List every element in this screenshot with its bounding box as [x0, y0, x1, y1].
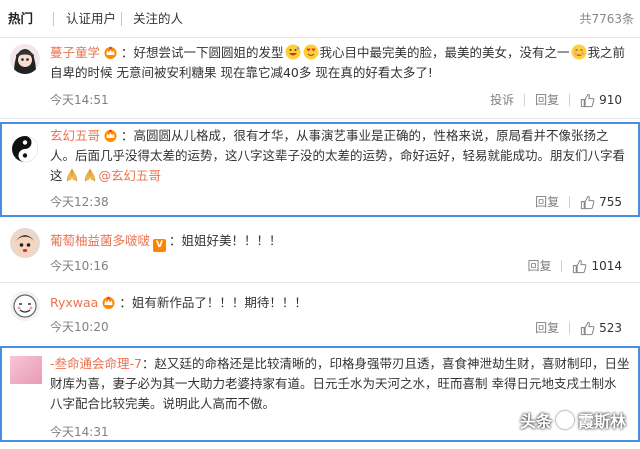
- username[interactable]: 蔓子童学: [50, 45, 100, 60]
- love-eyes-emoji-icon: [303, 44, 319, 60]
- tab-verified-users[interactable]: 认证用户: [66, 10, 116, 28]
- comment-item-highlighted: -叁命通会命理-7：赵又廷的命格还是比较清晰的，印格身强带刃且透，喜食神泄劫生财…: [0, 346, 640, 442]
- vip-crown-icon: [101, 295, 116, 309]
- avatar[interactable]: [10, 44, 40, 74]
- avatar[interactable]: [10, 356, 42, 384]
- username[interactable]: 玄幻五哥: [50, 128, 100, 143]
- comment-actions: 回复 1014: [527, 258, 622, 274]
- comment-time: 今天14:51: [50, 93, 109, 107]
- mention-link[interactable]: @玄幻五哥: [99, 168, 162, 183]
- comment-item-highlighted: 玄幻五哥 ：高圆圆从儿格成，很有才华，从事演艺事业是正确的，性格来说，原局看并不像…: [0, 122, 640, 217]
- avatar[interactable]: [10, 228, 40, 258]
- comment-text-part: ：好想尝试一下圆圆姐的发型: [121, 45, 284, 60]
- vip-crown-icon: [103, 45, 118, 59]
- comment-text: 蔓子童学 ：好想尝试一下圆圆姐的发型 我心目中最完美的脸，最美的美女，没有之一 我之前…: [50, 43, 632, 83]
- avatar[interactable]: [10, 134, 40, 164]
- comment-item: Ryxwaa ：姐有新作品了！！！期待！！！ 今天10:20 回复 523: [0, 285, 640, 343]
- thumbs-up-icon: [580, 93, 595, 107]
- comment-time: 今天10:16: [50, 259, 109, 273]
- action-divider: [569, 94, 571, 106]
- action-divider: [569, 196, 571, 208]
- comment-actions: 投诉 回复 910: [490, 92, 622, 108]
- avatar[interactable]: [10, 291, 40, 321]
- comment-time: 今天14:31: [50, 425, 109, 439]
- vip-crown-icon: [103, 128, 118, 142]
- thumbs-up-icon: [580, 195, 595, 209]
- like-count: 755: [599, 195, 622, 209]
- comment-text: Ryxwaa ：姐有新作品了！！！期待！！！: [50, 293, 632, 313]
- comment-text-part: ：姐有新作品了！！！期待！！！: [119, 295, 307, 310]
- thumbs-up-icon: [580, 321, 595, 335]
- tab-hot[interactable]: 热门: [8, 10, 33, 28]
- comment-time: 今天12:38: [50, 195, 109, 209]
- username[interactable]: 葡萄柚益菌多啵啵: [50, 233, 150, 248]
- comment-text: 玄幻五哥 ：高圆圆从儿格成，很有才华，从事演艺事业是正确的，性格来说，原局看并不像…: [50, 126, 630, 186]
- reply-button[interactable]: 回复: [535, 92, 559, 108]
- username[interactable]: Ryxwaa: [50, 295, 98, 310]
- grin-sweat-emoji-icon: [285, 44, 301, 60]
- like-button[interactable]: 523: [580, 320, 622, 336]
- comment-time: 今天10:20: [50, 320, 109, 334]
- action-divider: [569, 322, 571, 334]
- comment-tabs: 热门 认证用户 关注的人 共7763条: [0, 0, 640, 38]
- username[interactable]: -叁命通会命理-7: [50, 356, 142, 371]
- comment-text-part: ：姐姐好美！！！！: [169, 233, 282, 248]
- reply-button[interactable]: 回复: [535, 320, 559, 336]
- like-count: 910: [599, 93, 622, 107]
- like-button[interactable]: 910: [580, 92, 622, 108]
- action-divider: [524, 94, 526, 106]
- thumbs-up-icon: [573, 259, 587, 273]
- comment-actions: 回复 755: [535, 194, 622, 210]
- tab-divider: [53, 12, 54, 26]
- verified-badge-icon: V: [153, 239, 167, 252]
- watermark-name: 霞斯林: [577, 412, 626, 431]
- watermark-at-icon: [555, 411, 574, 429]
- comment-item: 蔓子童学 ：好想尝试一下圆圆姐的发型 我心目中最完美的脸，最美的美女，没有之一 我之前…: [0, 40, 640, 116]
- like-button[interactable]: 755: [580, 194, 622, 210]
- comment-text: -叁命通会命理-7：赵又廷的命格还是比较清晰的，印格身强带刃且透，喜食神泄劫生财…: [50, 354, 630, 414]
- like-button[interactable]: 1014: [572, 258, 622, 274]
- watermark-prefix: 头条: [519, 412, 552, 431]
- reply-button[interactable]: 回复: [527, 258, 551, 274]
- comment-divider: [0, 118, 640, 119]
- total-comment-count: 共7763条: [579, 12, 634, 26]
- toutiao-watermark: 头条 霞斯林: [520, 408, 626, 432]
- tab-divider: [121, 12, 122, 26]
- comment-item: 葡萄柚益菌多啵啵 V ：姐姐好美！！！！ 今天10:16 回复 1014: [0, 222, 640, 282]
- like-count: 1014: [591, 259, 622, 273]
- shy-emoji-icon: [571, 44, 587, 60]
- pray-emoji-icon: [82, 167, 98, 183]
- comment-text: 葡萄柚益菌多啵啵 V ：姐姐好美！！！！: [50, 231, 632, 252]
- action-divider: [561, 260, 563, 272]
- reply-button[interactable]: 回复: [535, 194, 559, 210]
- pray-emoji-icon: [64, 167, 80, 183]
- comment-text-part: 我心目中最完美的脸，最美的美女，没有之一: [319, 45, 570, 60]
- like-count: 523: [599, 321, 622, 335]
- tab-following[interactable]: 关注的人: [133, 10, 183, 28]
- comment-divider: [0, 282, 640, 283]
- comment-actions: 回复 523: [535, 320, 622, 336]
- report-button[interactable]: 投诉: [490, 92, 514, 108]
